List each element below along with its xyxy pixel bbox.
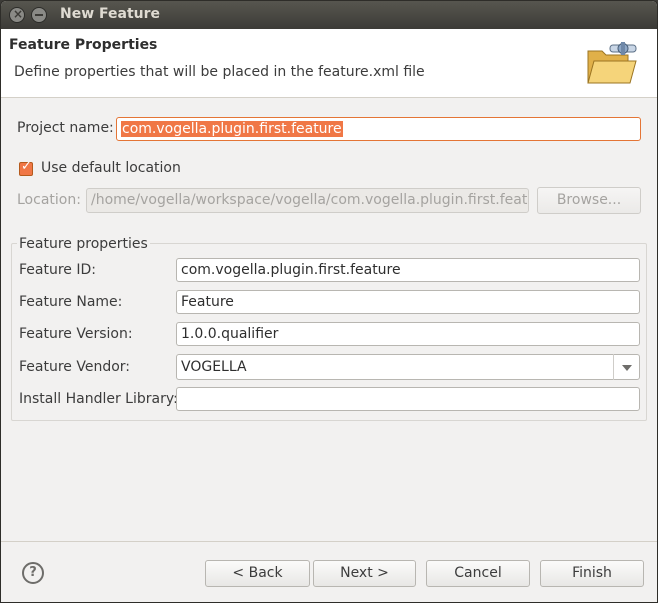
feature-folder-icon [587,42,637,84]
page-title: Feature Properties [9,37,158,53]
feature-version-input[interactable]: 1.0.0.qualifier [176,322,640,346]
feature-vendor-label: Feature Vendor: [19,359,131,375]
browse-button: Browse... [537,187,641,214]
feature-vendor-combo[interactable]: VOGELLA [176,354,640,380]
feature-id-label: Feature ID: [19,262,96,278]
minimize-icon [35,14,43,16]
feature-version-label: Feature Version: [19,326,133,342]
use-default-location-checkbox[interactable]: ✓ [19,159,33,176]
cancel-button[interactable]: Cancel [426,560,530,587]
checkmark-icon: ✓ [21,159,32,174]
next-button[interactable]: Next > [313,560,416,587]
location-label: Location: [17,192,81,208]
minimize-window-button[interactable] [31,7,47,23]
window-title: New Feature [60,6,161,22]
help-icon[interactable]: ? [22,562,44,584]
back-button[interactable]: < Back [205,560,310,587]
title-bar[interactable]: × New Feature [1,1,657,29]
footer-separator [1,541,657,542]
feature-name-input[interactable]: Feature [176,290,640,314]
wizard-header: Feature Properties Define properties tha… [1,29,657,98]
install-handler-library-label: Install Handler Library: [19,391,178,407]
close-window-button[interactable]: × [9,7,25,23]
new-feature-dialog: × New Feature Feature Properties Define … [0,0,658,603]
location-input: /home/vogella/workspace/vogella/com.voge… [86,188,529,213]
vendor-dropdown-button[interactable] [613,354,639,380]
install-handler-library-input[interactable] [176,387,640,411]
chevron-down-icon [622,365,632,371]
project-name-value: com.vogella.plugin.first.feature [121,121,343,137]
close-icon: × [13,7,24,21]
feature-name-label: Feature Name: [19,294,123,310]
page-description: Define properties that will be placed in… [14,64,425,80]
project-name-input[interactable]: com.vogella.plugin.first.feature [116,117,641,141]
feature-id-input[interactable]: com.vogella.plugin.first.feature [176,258,640,282]
project-name-label: Project name: [17,120,114,136]
finish-button[interactable]: Finish [540,560,644,587]
use-default-location-label[interactable]: Use default location [41,160,181,176]
feature-properties-title: Feature properties [17,236,150,252]
